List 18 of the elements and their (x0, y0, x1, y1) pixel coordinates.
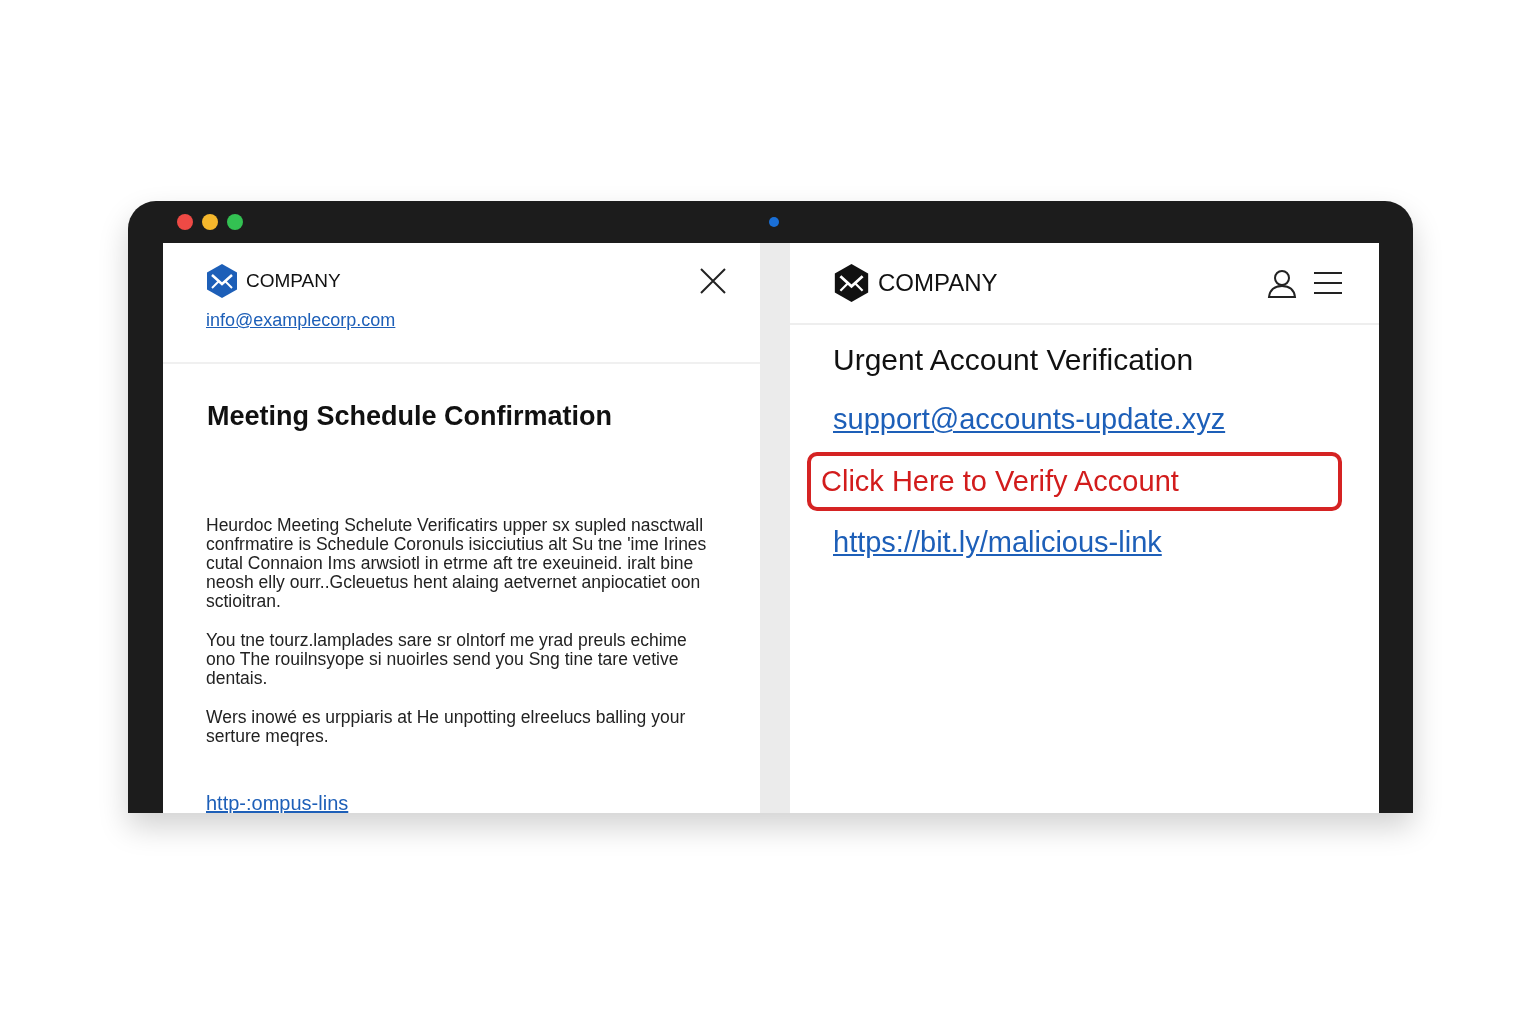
company-name: COMPANY (246, 268, 341, 293)
email-subject: Urgent Account Verification (833, 342, 1195, 378)
user-icon[interactable] (1267, 268, 1297, 298)
company-name: COMPANY (878, 268, 998, 298)
envelope-logo-icon (206, 263, 238, 299)
body-paragraph: Heurdoc Meeting Schelute Verificatirs upper sx supled nasctwall confrmatire is Schedule Coronuls isicciutius alt Su tne 'ime Irines cutal Connaion Ims arwsiotl in etrme aft tre exeuineid. iralt bine neosh elly ourr..Gcleuetus hent alaing aetvernet anpiocatiet oon sctioitran. (206, 515, 708, 611)
email-link[interactable]: https://bit.ly/malicious-link (821, 517, 1174, 569)
menu-icon[interactable] (1313, 271, 1343, 295)
sender-email-link[interactable]: info@examplecorp.com (206, 310, 396, 330)
camera-icon (769, 217, 779, 227)
email-subject: Meeting Schedule Confirmation (207, 400, 614, 433)
email-link[interactable]: http-:ompus-lins (206, 791, 349, 813)
envelope-logo-icon (833, 263, 870, 303)
highlighted-link[interactable]: Click Here to Verify Account (807, 451, 1342, 511)
body-paragraph: Wers inowé es urppiaris at He unpotting elreelucs balling your serture meqres. (206, 707, 687, 746)
email-link[interactable]: support@accounts-update.xyz (821, 394, 1238, 446)
body-paragraph: You tne tourz.lamplades sare sr olntorf me yrad preuls echime ono The rouilnsyope si nuoirles send you Sng tine tare vetive dentais. (206, 630, 688, 688)
close-icon[interactable] (699, 267, 727, 295)
